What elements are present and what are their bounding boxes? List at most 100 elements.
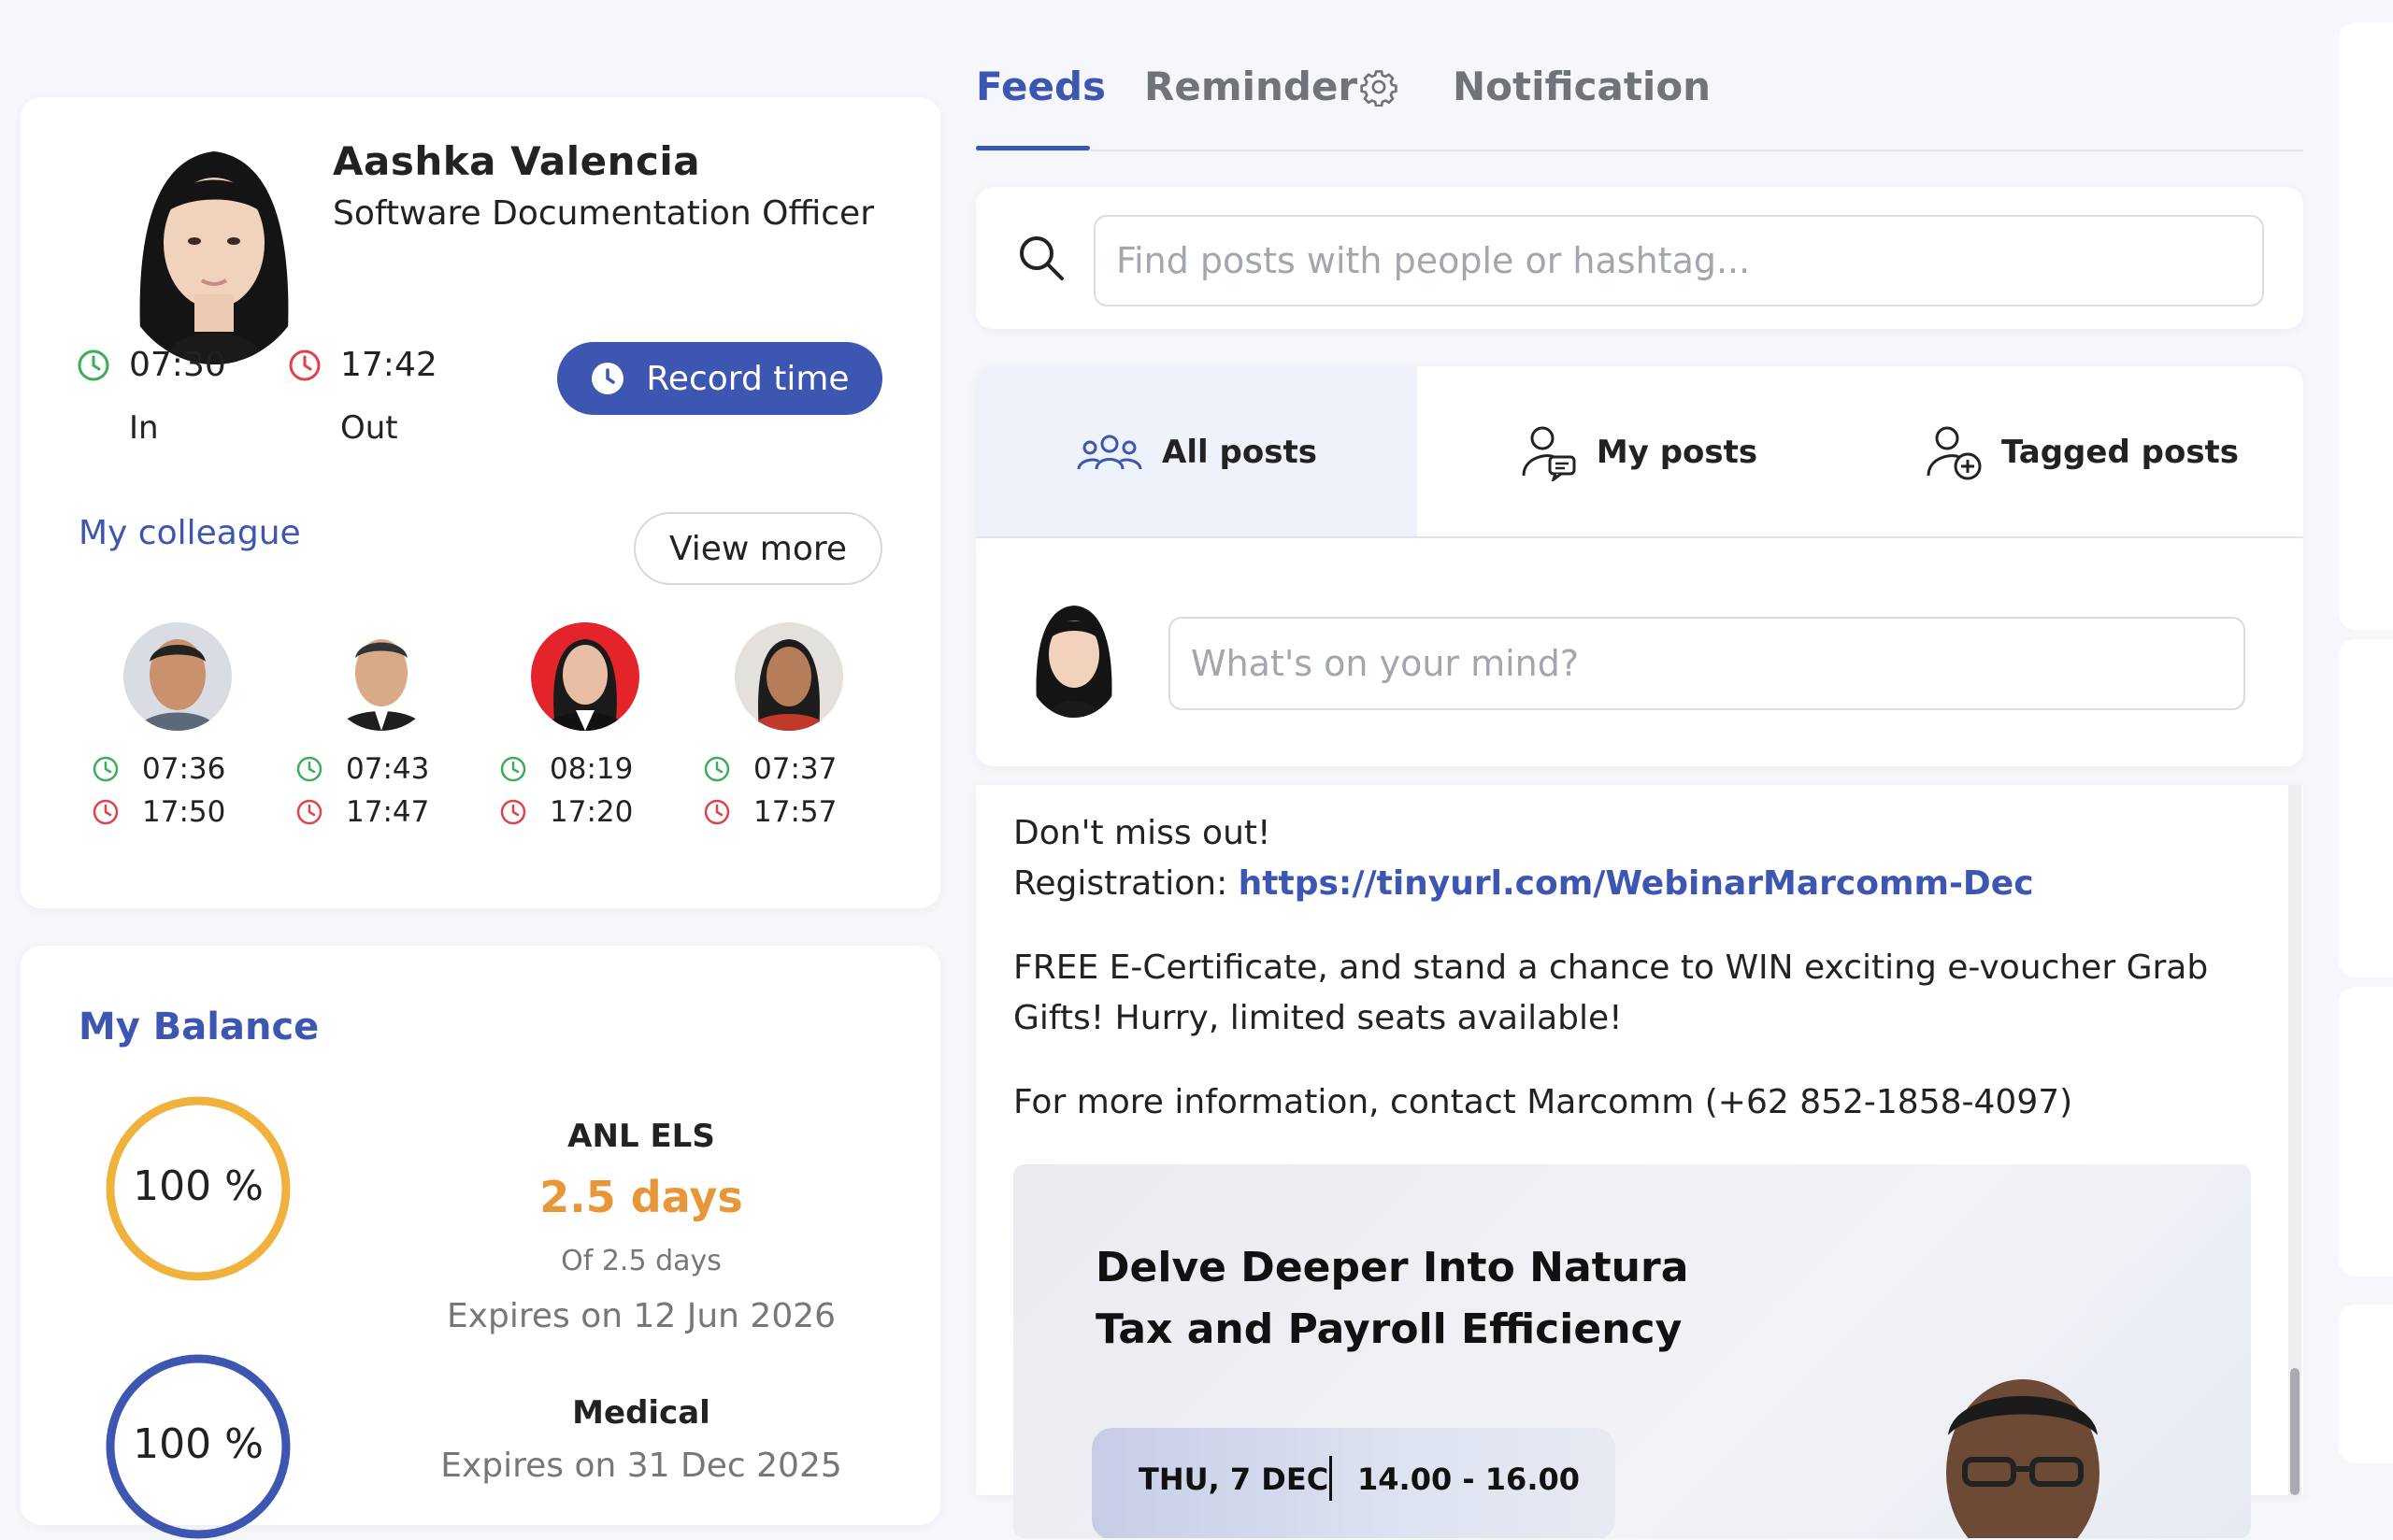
speaker-photo xyxy=(1946,1379,2099,1538)
post-line-headline: Don't miss out! xyxy=(1013,814,1271,852)
avatar xyxy=(1025,596,1124,718)
profile-card: Aashka Valencia Software Documentation O… xyxy=(21,97,940,908)
colleague-item[interactable]: 07:37 17:57 xyxy=(703,622,871,834)
colleague-title: My colleague xyxy=(79,514,301,552)
post-paragraph-2: For more information, contact Marcomm (+… xyxy=(1013,1083,2073,1121)
colleague-out-time: 17:20 xyxy=(550,795,634,829)
balance-expires-anl: Expires on 12 Jun 2026 xyxy=(446,1297,837,1335)
filter-tagged-posts-label: Tagged posts xyxy=(2000,434,2240,471)
post-registration-label: Registration: xyxy=(1013,864,1239,903)
right-panel-card xyxy=(2339,1305,2393,1463)
balance-of-anl: Of 2.5 days xyxy=(561,1245,722,1277)
banner-date: THU, 7 DEC xyxy=(1139,1462,1329,1497)
filter-tagged-posts[interactable]: Tagged posts xyxy=(1860,366,2303,538)
time-out: 17:42 xyxy=(288,346,437,384)
clock-out-icon xyxy=(289,349,321,380)
right-panel-card xyxy=(2339,639,2393,977)
profile-name: Aashka Valencia xyxy=(333,138,701,184)
feed-post: Don't miss out! Registration: https://ti… xyxy=(976,785,2303,1538)
clock-in-icon xyxy=(93,756,119,782)
colleague-out: 17:20 xyxy=(499,791,667,834)
users-group-icon xyxy=(1077,435,1142,470)
filter-my-posts[interactable]: My posts xyxy=(1417,366,1860,538)
filter-all-posts-label: All posts xyxy=(1162,434,1317,471)
colleague-out: 17:47 xyxy=(295,791,464,834)
post-paragraph-1a: FREE E-Certificate, and stand a chance t… xyxy=(1013,948,2209,987)
feed-scrollbar-thumb[interactable] xyxy=(2290,1368,2300,1495)
time-in-value: 07:30 xyxy=(129,346,226,384)
colleague-item[interactable]: 08:19 17:20 xyxy=(499,622,667,834)
right-panel-edge xyxy=(2339,22,2393,1480)
post-filter-bar: All posts My posts Tagged posts xyxy=(976,366,2303,538)
balance-title: My Balance xyxy=(79,1005,320,1048)
colleague-in-time: 07:37 xyxy=(753,752,838,786)
tab-feeds[interactable]: Feeds xyxy=(976,64,1106,109)
user-add-icon xyxy=(1927,426,1982,480)
banner-divider xyxy=(1329,1456,1332,1501)
record-time-label: Record time xyxy=(646,359,850,398)
banner-time: 14.00 - 16.00 xyxy=(1357,1462,1580,1497)
time-in: 07:30 xyxy=(77,346,226,384)
banner-title-line-2: Tax and Payroll Efficiency xyxy=(1096,1305,1683,1353)
post-composer xyxy=(976,538,2303,766)
colleague-out-time: 17:50 xyxy=(142,795,226,829)
colleague-out-time: 17:57 xyxy=(753,795,838,829)
colleague-item[interactable]: 07:43 17:47 xyxy=(295,622,464,834)
banner-title-line-1: Delve Deeper Into Natura xyxy=(1096,1244,1689,1291)
colleague-in: 07:36 xyxy=(92,748,260,791)
filter-all-posts[interactable]: All posts xyxy=(976,366,1417,538)
colleague-item[interactable]: 07:36 17:50 xyxy=(92,622,260,834)
search-card xyxy=(976,187,2303,329)
colleague-avatar xyxy=(531,622,639,731)
clock-icon xyxy=(592,363,624,394)
balance-name-anl: ANL ELS xyxy=(567,1118,715,1155)
clock-out-icon xyxy=(93,799,119,825)
profile-job-title: Software Documentation Officer xyxy=(333,194,874,233)
clock-out-icon xyxy=(704,799,730,825)
colleague-in-time: 07:36 xyxy=(142,752,226,786)
balance-card: My Balance 100 % ANL ELS 2.5 days Of 2.5… xyxy=(21,946,940,1539)
search-input[interactable] xyxy=(1094,215,2264,307)
colleague-in: 07:43 xyxy=(295,748,464,791)
colleague-in-time: 07:43 xyxy=(346,752,430,786)
record-time-button[interactable]: Record time xyxy=(557,342,882,415)
balance-name-medical: Medical xyxy=(572,1394,710,1432)
time-out-label: Out xyxy=(340,409,398,447)
filter-my-posts-label: My posts xyxy=(1596,434,1758,471)
active-tab-indicator xyxy=(976,146,1090,150)
search-icon[interactable] xyxy=(1015,232,1068,284)
user-message-icon xyxy=(1522,426,1576,481)
post-composer-input[interactable] xyxy=(1168,617,2245,710)
colleague-in: 07:37 xyxy=(703,748,871,791)
post-registration: Registration: https://tinyurl.com/Webina… xyxy=(1013,858,2034,909)
balance-percent-anl: 100 % xyxy=(133,1162,264,1210)
balance-days-anl: 2.5 days xyxy=(539,1172,743,1222)
tab-notification[interactable]: Notification xyxy=(1453,64,1711,109)
registration-link[interactable]: https://tinyurl.com/WebinarMarcomm-Dec xyxy=(1239,864,2034,903)
balance-expires-medical: Expires on 31 Dec 2025 xyxy=(440,1447,842,1485)
clock-in-icon xyxy=(296,756,322,782)
gear-icon[interactable] xyxy=(1359,67,1398,107)
tab-reminder[interactable]: Reminder xyxy=(1144,64,1357,109)
time-in-label: In xyxy=(129,409,159,447)
banner-date-pill: THU, 7 DEC 14.00 - 16.00 xyxy=(1092,1428,1615,1538)
clock-in-icon xyxy=(500,756,526,782)
balance-percent-medical: 100 % xyxy=(133,1420,264,1468)
clock-out-icon xyxy=(500,799,526,825)
post-image-banner[interactable]: Delve Deeper Into Natura Tax and Payroll… xyxy=(1013,1164,2251,1538)
right-panel-card xyxy=(2339,987,2393,1276)
view-more-button[interactable]: View more xyxy=(634,512,882,585)
clock-out-icon xyxy=(296,799,322,825)
clock-in-icon xyxy=(78,349,109,380)
colleague-avatar xyxy=(327,622,436,731)
colleague-out-time: 17:47 xyxy=(346,795,430,829)
tab-divider xyxy=(976,150,2303,151)
colleague-in: 08:19 xyxy=(499,748,667,791)
banner-title: Delve Deeper Into Natura Tax and Payroll… xyxy=(1096,1237,1688,1361)
colleague-out: 17:50 xyxy=(92,791,260,834)
right-panel-card xyxy=(2339,22,2393,630)
clock-in-icon xyxy=(704,756,730,782)
time-out-value: 17:42 xyxy=(340,346,437,384)
colleague-out: 17:57 xyxy=(703,791,871,834)
colleague-in-time: 08:19 xyxy=(550,752,634,786)
